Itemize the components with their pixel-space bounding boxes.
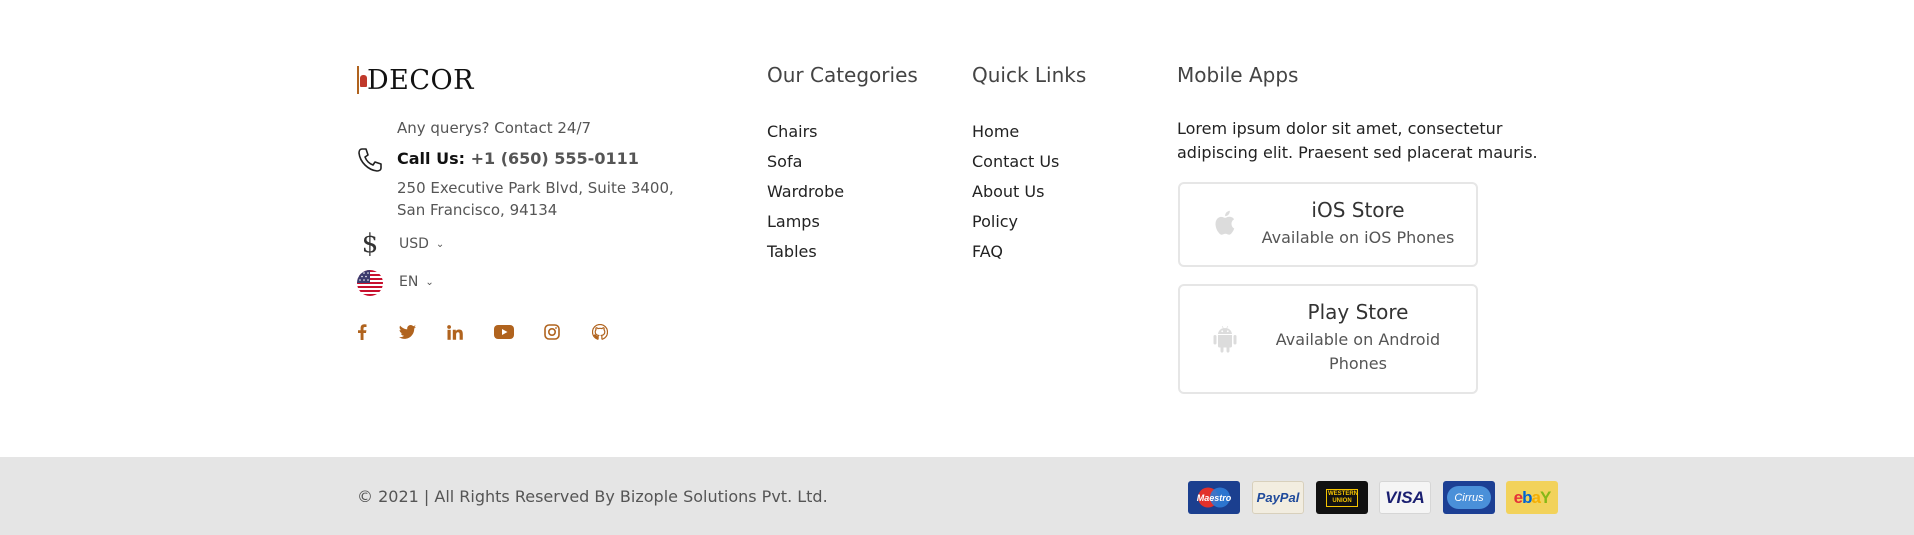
quick-link-policy[interactable]: Policy <box>972 211 1059 241</box>
chevron-down-icon: ⌄ <box>435 238 445 250</box>
cirrus-icon: Cirrus <box>1443 481 1495 514</box>
maestro-icon: Maestro <box>1188 481 1240 514</box>
android-icon <box>1213 326 1237 353</box>
category-link-chairs[interactable]: Chairs <box>767 121 844 151</box>
quick-link-faq[interactable]: FAQ <box>972 241 1059 271</box>
play-store-name: Play Store <box>1307 300 1409 324</box>
call-us-line: Call Us: +1 (650) 555-0111 <box>397 149 639 168</box>
category-link-lamps[interactable]: Lamps <box>767 211 844 241</box>
contact-note: Any querys? Contact 24/7 <box>397 119 592 137</box>
apple-icon <box>1215 210 1235 235</box>
linkedin-icon[interactable] <box>445 322 465 342</box>
twitter-icon[interactable] <box>397 322 417 342</box>
call-label: Call Us: <box>397 149 465 168</box>
cirrus-label: Cirrus <box>1454 491 1484 504</box>
quick-link-contact-us[interactable]: Contact Us <box>972 151 1059 181</box>
play-store-subtitle: Available on Android Phones <box>1275 330 1441 373</box>
paypal-label: PayPal <box>1256 490 1300 505</box>
language-select[interactable]: EN ⌄ <box>399 274 434 290</box>
logo-text: DECOR <box>367 64 474 96</box>
footer-bottom-bar <box>0 457 1914 535</box>
logo[interactable]: DECOR <box>357 64 474 96</box>
ios-store-subtitle: Available on iOS Phones <box>1261 228 1455 247</box>
instagram-icon[interactable] <box>542 322 562 342</box>
visa-icon: VISA <box>1379 481 1431 514</box>
chevron-down-icon: ⌄ <box>425 276 434 288</box>
ebay-label: ebaY <box>1513 487 1552 507</box>
categories-title: Our Categories <box>767 63 918 87</box>
youtube-icon[interactable] <box>494 322 514 342</box>
category-link-sofa[interactable]: Sofa <box>767 151 844 181</box>
copyright-text: © 2021 | All Rights Reserved By Bizople … <box>357 487 828 506</box>
github-icon[interactable] <box>590 322 610 342</box>
ios-store-text: iOS Store Available on iOS Phones <box>1250 196 1466 250</box>
language-value: EN <box>399 274 419 290</box>
currency-value: USD <box>399 236 429 252</box>
quick-links-title: Quick Links <box>972 63 1087 87</box>
paypal-icon: PayPal <box>1252 481 1304 514</box>
quick-link-home[interactable]: Home <box>972 121 1059 151</box>
phone-link[interactable]: +1 (650) 555-0111 <box>471 149 639 168</box>
address-line-1: 250 Executive Park Blvd, Suite 3400, <box>397 179 674 197</box>
address-line-2: San Francisco, 94134 <box>397 201 558 219</box>
categories-list: Chairs Sofa Wardrobe Lamps Tables <box>767 121 844 271</box>
quick-link-about-us[interactable]: About Us <box>972 181 1059 211</box>
ios-store-button[interactable]: iOS Store Available on iOS Phones <box>1178 182 1478 267</box>
mobile-apps-description: Lorem ipsum dolor sit amet, consectetur … <box>1177 119 1538 162</box>
visa-label: VISA <box>1385 487 1425 507</box>
footer-top: DECOR Any querys? Contact 24/7 Call Us: … <box>0 0 1914 457</box>
currency-select[interactable]: USD ⌄ <box>399 236 444 252</box>
mobile-apps-title: Mobile Apps <box>1177 63 1299 87</box>
western-union-label: WESTERN UNION <box>1326 488 1358 507</box>
address: 250 Executive Park Blvd, Suite 3400, San… <box>397 177 697 221</box>
us-flag-icon <box>357 270 383 296</box>
quick-links-list: Home Contact Us About Us Policy FAQ <box>972 121 1059 271</box>
facebook-icon[interactable] <box>352 322 372 342</box>
play-store-text: Play Store Available on Android Phones <box>1250 298 1466 376</box>
ebay-icon: ebaY <box>1506 481 1558 514</box>
logo-mark-icon <box>357 66 367 94</box>
western-union-icon: WESTERN UNION <box>1316 481 1368 514</box>
maestro-label: Maestro <box>1196 492 1232 503</box>
ios-store-name: iOS Store <box>1311 198 1405 222</box>
category-link-tables[interactable]: Tables <box>767 241 844 271</box>
play-store-button[interactable]: Play Store Available on Android Phones <box>1178 284 1478 394</box>
dollar-icon: $ <box>361 229 379 259</box>
category-link-wardrobe[interactable]: Wardrobe <box>767 181 844 211</box>
phone-icon <box>358 148 382 172</box>
